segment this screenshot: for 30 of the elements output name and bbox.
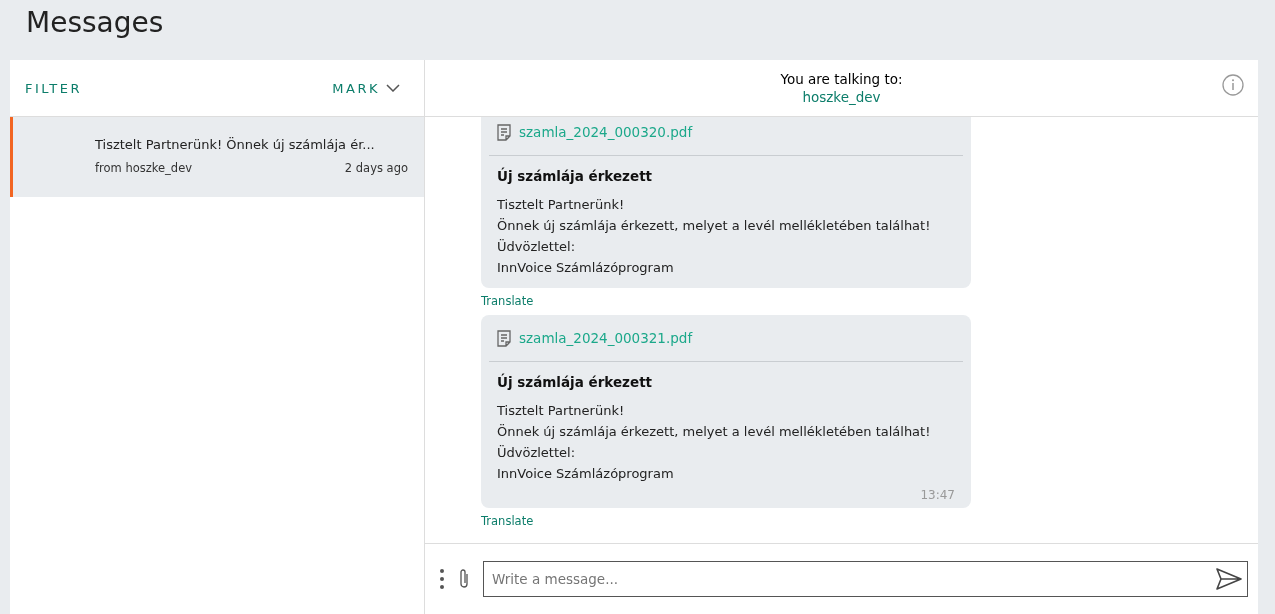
message-text-line: Üdvözlettel: (497, 238, 576, 256)
translate-link[interactable]: Translate (481, 294, 534, 308)
conversation-item[interactable]: Tisztelt Partnerünk! Önnek új számlája ér... from hoszke_dev 2 days ago (10, 117, 424, 197)
chevron-down-icon[interactable] (386, 84, 400, 92)
message-text-line: InnVoice Számlázóprogram (497, 465, 674, 483)
document-icon (497, 329, 511, 347)
message-input-field[interactable]: Write a message... (483, 561, 1248, 597)
message-text-line: Önnek új számlája érkezett, melyet a levél mellékletében találhat! (497, 217, 931, 235)
contact-name: hoszke_dev (802, 89, 881, 105)
sender-text: from hoszke_dev (95, 161, 193, 175)
more-options-icon[interactable] (439, 568, 445, 590)
paperclip-icon[interactable] (457, 568, 471, 590)
document-icon (497, 123, 511, 141)
talking-to-label: You are talking to: (780, 71, 903, 87)
filter-button[interactable]: FILTER (25, 80, 82, 96)
message-text-line: Tisztelt Partnerünk! (497, 402, 625, 420)
message-title: Új számlája érkezett (497, 168, 654, 184)
send-icon[interactable] (1216, 568, 1242, 590)
message-text-line: Önnek új számlája érkezett, melyet a levél mellékletében találhat! (497, 423, 931, 441)
translate-link[interactable]: Translate (481, 514, 534, 528)
message-title: Új számlája érkezett (497, 374, 654, 390)
message-text-line: Üdvözlettel: (497, 444, 576, 462)
info-icon[interactable] (1222, 74, 1244, 96)
message-time: 13:47 (919, 487, 956, 502)
message-text-line: InnVoice Számlázóprogram (497, 259, 674, 277)
mark-button[interactable]: MARK (332, 80, 380, 96)
time-text: 2 days ago (344, 161, 408, 175)
message-text-line: Tisztelt Partnerünk! (497, 196, 625, 214)
message-preview: Tisztelt Partnerünk! Önnek új számlája ér... (95, 137, 376, 152)
page-title: Messages (26, 6, 165, 41)
